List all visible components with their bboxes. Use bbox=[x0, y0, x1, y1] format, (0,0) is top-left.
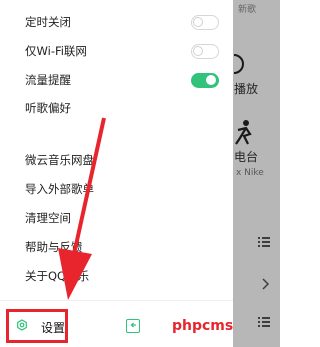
menu-item-import-playlist[interactable]: 导入外部歌单 bbox=[0, 177, 233, 201]
row-label: 帮助与反馈 bbox=[25, 240, 83, 254]
row-label: 导入外部歌单 bbox=[25, 182, 94, 196]
arrow-left-icon bbox=[130, 322, 136, 328]
menu-item-help-feedback[interactable]: 帮助与反馈 bbox=[0, 235, 233, 259]
settings-row-sleep-timer[interactable]: 定时关闭 bbox=[0, 10, 233, 34]
side-drawer: 定时关闭 仅Wi-Fi联网 流量提醒 听歌偏好 微云音乐网盘 导入外部歌单 清理… bbox=[0, 0, 233, 347]
row-label: 听歌偏好 bbox=[25, 101, 71, 115]
row-label: 关于QQ音乐 bbox=[25, 269, 90, 283]
row-label: 定时关闭 bbox=[25, 15, 71, 29]
row-label: 微云音乐网盘 bbox=[25, 153, 94, 167]
settings-row-data-alert[interactable]: 流量提醒 bbox=[0, 68, 233, 92]
wifi-only-toggle[interactable] bbox=[191, 44, 219, 59]
menu-item-clear-space[interactable]: 清理空间 bbox=[0, 206, 233, 230]
row-label: 清理空间 bbox=[25, 211, 71, 225]
gear-icon bbox=[17, 319, 27, 331]
settings-row-wifi-only[interactable]: 仅Wi-Fi联网 bbox=[0, 39, 233, 63]
menu-item-about[interactable]: 关于QQ音乐 bbox=[0, 264, 233, 288]
row-label: 仅Wi-Fi联网 bbox=[25, 44, 87, 58]
sleep-timer-toggle[interactable] bbox=[191, 15, 219, 30]
drawer-scrim[interactable] bbox=[232, 0, 280, 347]
row-label: 流量提醒 bbox=[25, 73, 71, 87]
settings-label: 设置 bbox=[41, 321, 66, 335]
menu-item-cloud-drive[interactable]: 微云音乐网盘 bbox=[0, 148, 233, 172]
settings-row-listening-preference[interactable]: 听歌偏好 bbox=[0, 96, 233, 120]
data-alert-toggle[interactable] bbox=[191, 73, 219, 88]
watermark: phpcms bbox=[172, 318, 234, 334]
